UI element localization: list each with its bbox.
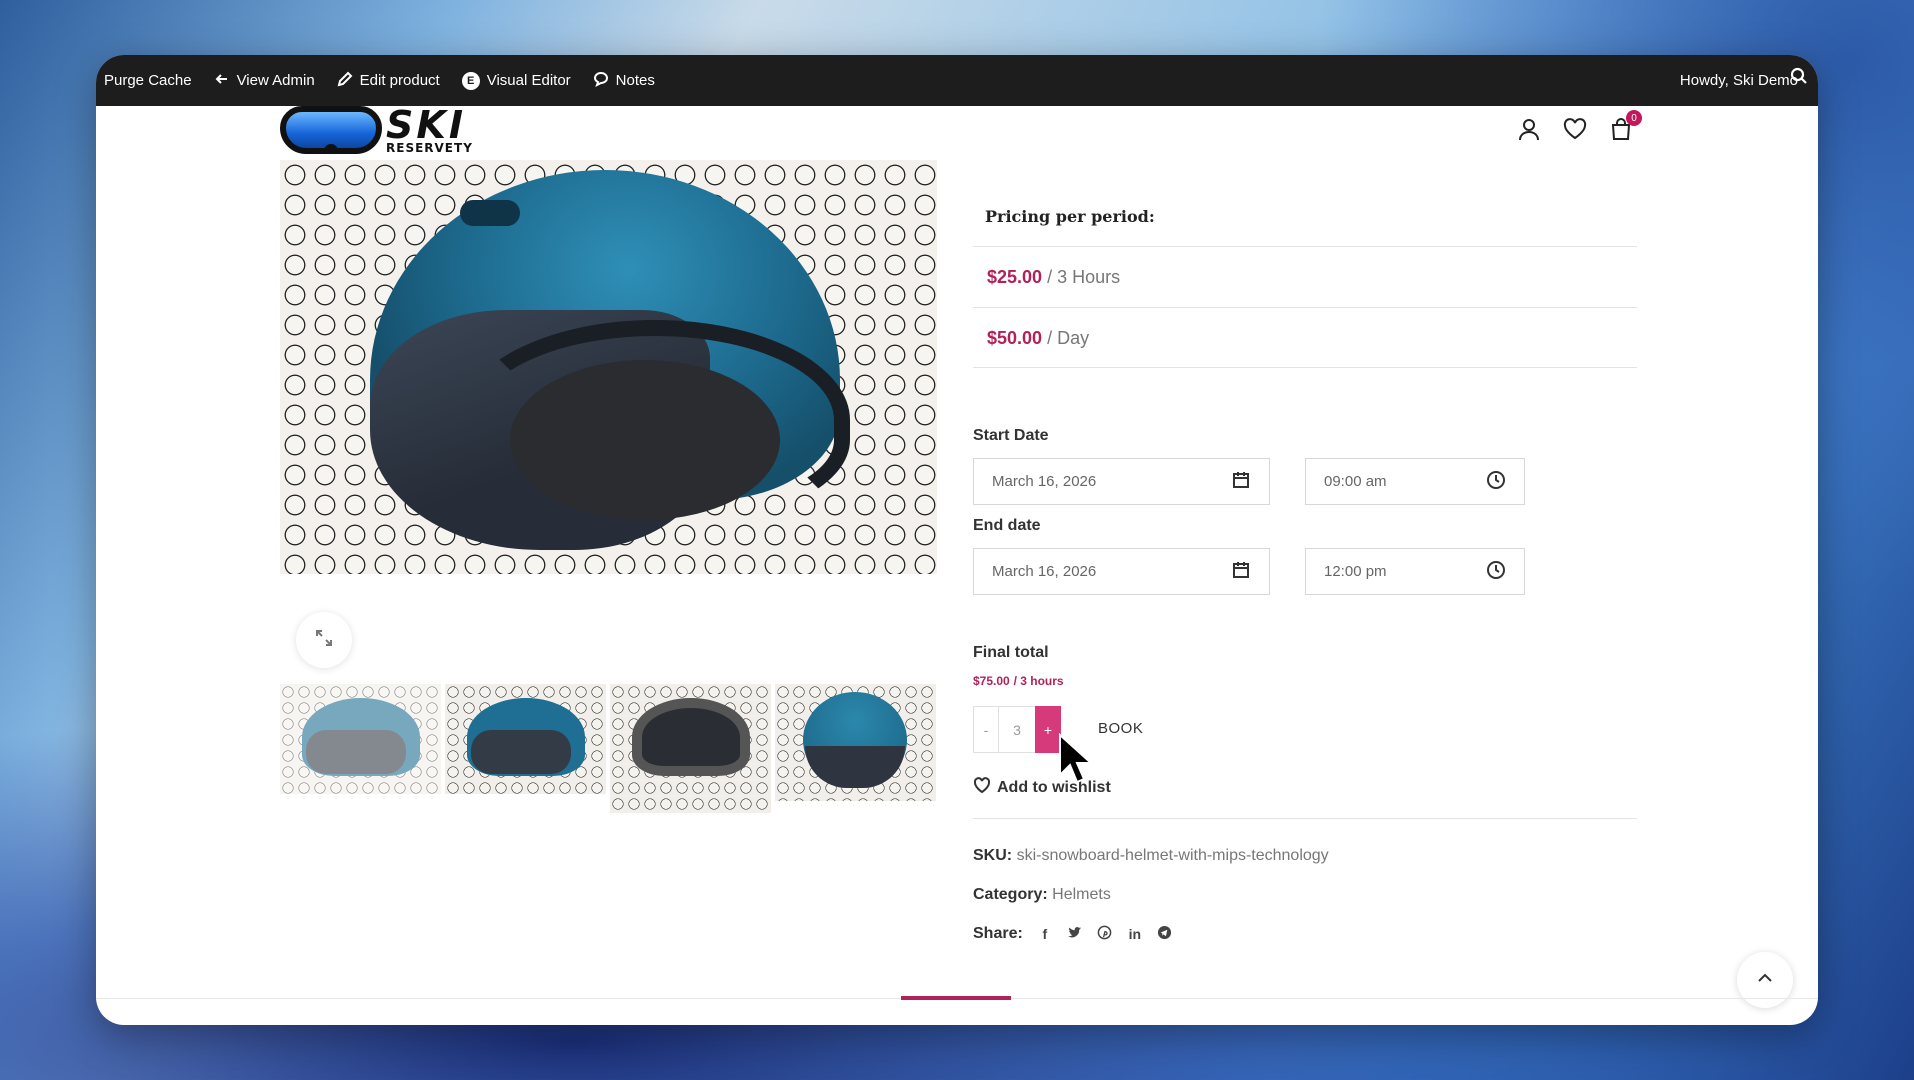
linkedin-icon[interactable]: in bbox=[1127, 926, 1143, 942]
notes-link[interactable]: Notes bbox=[593, 71, 655, 91]
start-date-input[interactable]: March 16, 2026 bbox=[973, 458, 1270, 505]
thumbnail-4[interactable] bbox=[775, 684, 936, 801]
account-icon[interactable] bbox=[1516, 116, 1542, 147]
qty-minus-button[interactable]: - bbox=[973, 706, 999, 753]
search-icon bbox=[1790, 67, 1808, 89]
price-amount: $50.00 bbox=[987, 327, 1043, 348]
end-date-input[interactable]: March 16, 2026 bbox=[973, 548, 1270, 595]
thumbnail-strip bbox=[280, 684, 936, 813]
qty-value[interactable]: 3 bbox=[999, 706, 1035, 753]
start-date-label: Start Date bbox=[973, 427, 1049, 444]
scroll-to-top-button[interactable] bbox=[1737, 952, 1793, 1008]
category-label: Category: bbox=[973, 886, 1048, 903]
book-button[interactable]: BOOK bbox=[1098, 720, 1143, 737]
facebook-icon[interactable]: f bbox=[1037, 926, 1053, 942]
category-link[interactable]: Helmets bbox=[1052, 886, 1111, 903]
sku-value: ski-snowboard-helmet-with-mips-technolog… bbox=[1016, 847, 1329, 864]
sku-line: SKU: ski-snowboard-helmet-with-mips-tech… bbox=[973, 847, 1329, 865]
header-icons: 0 bbox=[1516, 110, 1642, 147]
share-label: Share: bbox=[973, 925, 1023, 942]
final-total-value: $75.00 bbox=[973, 674, 1010, 688]
sku-label: SKU: bbox=[973, 847, 1013, 864]
wishlist-label: Add to wishlist bbox=[997, 778, 1111, 796]
final-total-amount: $75.00 / 3 hours bbox=[973, 672, 1064, 688]
edit-product-label: Edit product bbox=[359, 72, 440, 89]
speech-bubble-icon bbox=[593, 71, 609, 91]
price-row: $25.00 / 3 Hours bbox=[973, 246, 1637, 307]
cart-count-badge: 0 bbox=[1626, 110, 1642, 126]
admin-bar: Purge Cache View Admin Edit product E Vi… bbox=[96, 55, 1818, 106]
pinterest-icon[interactable] bbox=[1097, 925, 1113, 943]
active-tab-indicator bbox=[901, 996, 1011, 1000]
goggle-logo-icon bbox=[280, 106, 382, 154]
end-time-input[interactable]: 12:00 pm bbox=[1305, 548, 1525, 595]
notes-label: Notes bbox=[615, 72, 655, 89]
purge-cache-label: Purge Cache bbox=[104, 72, 192, 89]
admin-search-button[interactable] bbox=[1790, 67, 1808, 89]
arrow-left-icon bbox=[214, 71, 230, 91]
heart-icon bbox=[973, 776, 991, 799]
final-total-label: Final total bbox=[973, 644, 1049, 661]
end-time-value: 12:00 pm bbox=[1324, 563, 1387, 580]
site-logo[interactable]: SKI RESERVETY bbox=[280, 106, 473, 154]
logo-sub-text: RESERVETY bbox=[386, 141, 473, 155]
end-date-value: March 16, 2026 bbox=[992, 563, 1097, 580]
calendar-icon bbox=[1231, 470, 1251, 494]
elementor-icon: E bbox=[461, 71, 480, 90]
expand-icon bbox=[315, 629, 333, 652]
browser-window: Purge Cache View Admin Edit product E Vi… bbox=[96, 55, 1818, 1025]
helmet-vent bbox=[460, 200, 520, 226]
pricing-divider bbox=[973, 367, 1637, 368]
clock-icon bbox=[1486, 470, 1506, 494]
image-zoom-button[interactable] bbox=[296, 612, 352, 668]
price-amount: $25.00 bbox=[987, 266, 1043, 287]
visual-editor-label: Visual Editor bbox=[486, 72, 571, 89]
view-admin-label: View Admin bbox=[236, 72, 315, 89]
thumbnail-2[interactable] bbox=[445, 684, 606, 794]
pencil-icon bbox=[337, 71, 353, 91]
share-line: Share: f in bbox=[973, 925, 1173, 943]
quantity-stepper: - 3 + bbox=[973, 706, 1061, 753]
howdy-label: Howdy, Ski Demo bbox=[1679, 72, 1798, 89]
end-date-label: End date bbox=[973, 517, 1041, 534]
product-main-image[interactable] bbox=[280, 160, 937, 574]
price-row: $50.00 / Day bbox=[973, 307, 1637, 368]
edit-product-link[interactable]: Edit product bbox=[337, 71, 440, 91]
clock-icon bbox=[1486, 560, 1506, 584]
purge-cache-link[interactable]: Purge Cache bbox=[104, 72, 192, 89]
chevron-up-icon bbox=[1756, 969, 1774, 992]
final-total-period: / 3 hours bbox=[1013, 674, 1064, 688]
start-time-input[interactable]: 09:00 am bbox=[1305, 458, 1525, 505]
meta-divider bbox=[973, 818, 1637, 819]
twitter-icon[interactable] bbox=[1067, 925, 1083, 943]
wishlist-heart-icon[interactable] bbox=[1562, 116, 1588, 147]
calendar-icon bbox=[1231, 560, 1251, 584]
logo-main-text: SKI bbox=[386, 103, 466, 147]
mouse-cursor-icon bbox=[1059, 733, 1092, 784]
thumbnail-1[interactable] bbox=[280, 684, 441, 794]
start-time-value: 09:00 am bbox=[1324, 473, 1387, 490]
pricing-title: Pricing per period: bbox=[985, 207, 1155, 226]
price-period: / 3 Hours bbox=[1047, 266, 1121, 287]
visual-editor-link[interactable]: E Visual Editor bbox=[461, 71, 571, 90]
logo-text: SKI RESERVETY bbox=[386, 106, 473, 154]
price-period: / Day bbox=[1047, 327, 1090, 348]
thumbnail-3[interactable] bbox=[610, 684, 771, 813]
cart-button[interactable]: 0 bbox=[1608, 110, 1642, 147]
category-line: Category: Helmets bbox=[973, 886, 1111, 904]
view-admin-link[interactable]: View Admin bbox=[214, 71, 315, 91]
start-date-value: March 16, 2026 bbox=[992, 473, 1097, 490]
telegram-icon[interactable] bbox=[1157, 925, 1173, 943]
helmet-rim bbox=[460, 320, 850, 520]
